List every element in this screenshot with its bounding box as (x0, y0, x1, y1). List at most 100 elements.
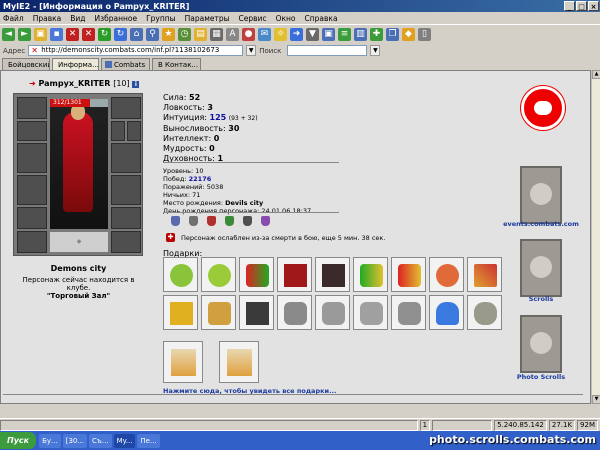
back-icon[interactable]: ◄ (2, 28, 15, 41)
forward-icon[interactable]: ► (18, 28, 31, 41)
trash-icon[interactable]: ▯ (418, 28, 431, 41)
gift-item[interactable] (163, 295, 198, 330)
ring-slot-2[interactable] (127, 121, 141, 141)
gift-item[interactable] (201, 257, 236, 292)
tab-fighting-club[interactable]: Бойцовский... (2, 58, 50, 70)
gift-item[interactable] (219, 341, 259, 383)
badge-icon[interactable] (189, 216, 198, 226)
gift-item[interactable] (353, 295, 388, 330)
photo-scrolls-link[interactable]: Photo Scrolls (501, 373, 581, 381)
photo-scrolls-banner[interactable] (520, 315, 562, 373)
gift-item[interactable] (391, 257, 426, 292)
gift-item[interactable] (163, 341, 203, 383)
save-icon[interactable]: ▪ (50, 28, 63, 41)
vertical-scrollbar[interactable]: ▲ ▼ (591, 70, 600, 404)
taskbar-item[interactable]: My... (113, 433, 136, 448)
font-size-icon[interactable]: A (226, 28, 239, 41)
gift-item[interactable] (239, 257, 274, 292)
gift-item[interactable] (315, 257, 350, 292)
search-icon[interactable]: ⚲ (146, 28, 159, 41)
shield-slot[interactable] (111, 175, 141, 205)
boots-slot[interactable] (17, 231, 47, 253)
gift-item[interactable] (239, 295, 274, 330)
character-name[interactable]: Pampyx_KRITER (39, 79, 111, 88)
weapon-slot-left[interactable] (17, 143, 47, 173)
gift-item[interactable] (429, 295, 464, 330)
menu-view[interactable]: Вид (70, 14, 85, 23)
weapon-slot-right[interactable] (111, 143, 141, 173)
gift-item[interactable] (353, 257, 388, 292)
leggings-slot[interactable] (111, 207, 141, 229)
menu-file[interactable]: Файл (3, 14, 24, 23)
badge-icon[interactable] (171, 216, 180, 226)
earring-slot[interactable] (17, 121, 47, 141)
refresh-icon[interactable]: ↻ (98, 28, 111, 41)
skin-icon[interactable]: ◆ (402, 28, 415, 41)
history-icon[interactable]: ◷ (178, 28, 191, 41)
search-go-button[interactable]: ▼ (370, 45, 381, 56)
menu-edit[interactable]: Правка (33, 14, 62, 23)
gift-item[interactable] (163, 257, 198, 292)
cascade-icon[interactable]: ❐ (386, 28, 399, 41)
info-icon[interactable]: i (132, 81, 140, 88)
badge-icon[interactable] (243, 216, 252, 226)
gift-item[interactable] (467, 257, 502, 292)
gift-item[interactable] (277, 295, 312, 330)
tile-icon[interactable]: ▥ (354, 28, 367, 41)
menu-tools[interactable]: Сервис (239, 14, 267, 23)
translate-icon[interactable]: ≡ (338, 28, 351, 41)
taskbar-item[interactable]: [30... (62, 433, 88, 448)
gift-item[interactable] (391, 295, 426, 330)
gift-item[interactable] (277, 257, 312, 292)
address-input[interactable]: ✕ http://demonscity.combats.com/inf.pl?1… (28, 45, 244, 56)
minimize-button[interactable]: _ (564, 1, 575, 11)
home-icon[interactable]: ⌂ (130, 28, 143, 41)
stop-icon[interactable]: ✕ (66, 28, 79, 41)
favorites-star-icon[interactable]: ★ (162, 28, 175, 41)
open-folder-icon[interactable]: ▣ (34, 28, 47, 41)
menu-groups[interactable]: Группы (146, 14, 176, 23)
sun-icon[interactable]: ☼ (274, 28, 287, 41)
gift-item[interactable] (429, 257, 464, 292)
helmet-slot[interactable] (17, 97, 47, 119)
maximize-button[interactable]: □ (576, 1, 587, 11)
scrolls-banner[interactable] (520, 239, 562, 297)
gift-item[interactable] (467, 295, 502, 330)
menu-favorites[interactable]: Избранное (95, 14, 138, 23)
tab-vkontakte[interactable]: В Контак... (152, 58, 201, 70)
start-button[interactable]: Пуск (0, 432, 37, 449)
gift-item[interactable] (201, 295, 236, 330)
print-icon[interactable]: ▦ (210, 28, 223, 41)
badge-icon[interactable] (261, 216, 270, 226)
stop-all-icon[interactable]: ✕ (82, 28, 95, 41)
mouse-gesture-icon[interactable]: ➜ (290, 28, 303, 41)
events-banner[interactable] (520, 166, 562, 224)
menu-window[interactable]: Окно (276, 14, 296, 23)
belt-slot[interactable] (17, 207, 47, 229)
close-button[interactable]: × (588, 1, 599, 11)
scroll-down-icon[interactable]: ▼ (592, 395, 600, 404)
taskbar-item[interactable]: Бу... (39, 433, 61, 448)
amulet-slot[interactable] (111, 231, 141, 253)
badge-icon[interactable] (225, 216, 234, 226)
badge-icon[interactable] (207, 216, 216, 226)
refresh-all-icon[interactable]: ↻ (114, 28, 127, 41)
taskbar-item[interactable]: Съ... (89, 433, 112, 448)
plugin-icon[interactable]: ✚ (370, 28, 383, 41)
ring-slot-1[interactable] (111, 121, 125, 141)
events-link[interactable]: events.combats.com (501, 220, 581, 228)
gift-item[interactable] (315, 295, 350, 330)
filter-icon[interactable]: ▼ (306, 28, 319, 41)
tab-info[interactable]: Информа... (52, 58, 99, 70)
mail-icon[interactable]: ✉ (258, 28, 271, 41)
menu-options[interactable]: Параметры (185, 14, 230, 23)
armor-slot[interactable] (17, 175, 47, 205)
scroll-up-icon[interactable]: ▲ (592, 70, 600, 79)
folder-icon[interactable]: ▤ (194, 28, 207, 41)
gloves-slot[interactable] (111, 97, 141, 119)
search-input[interactable] (287, 45, 368, 56)
combats-logo-icon[interactable] (521, 86, 565, 130)
go-button[interactable]: ▼ (246, 45, 257, 56)
popup-block-icon[interactable]: ● (242, 28, 255, 41)
view-icon[interactable]: ▣ (322, 28, 335, 41)
